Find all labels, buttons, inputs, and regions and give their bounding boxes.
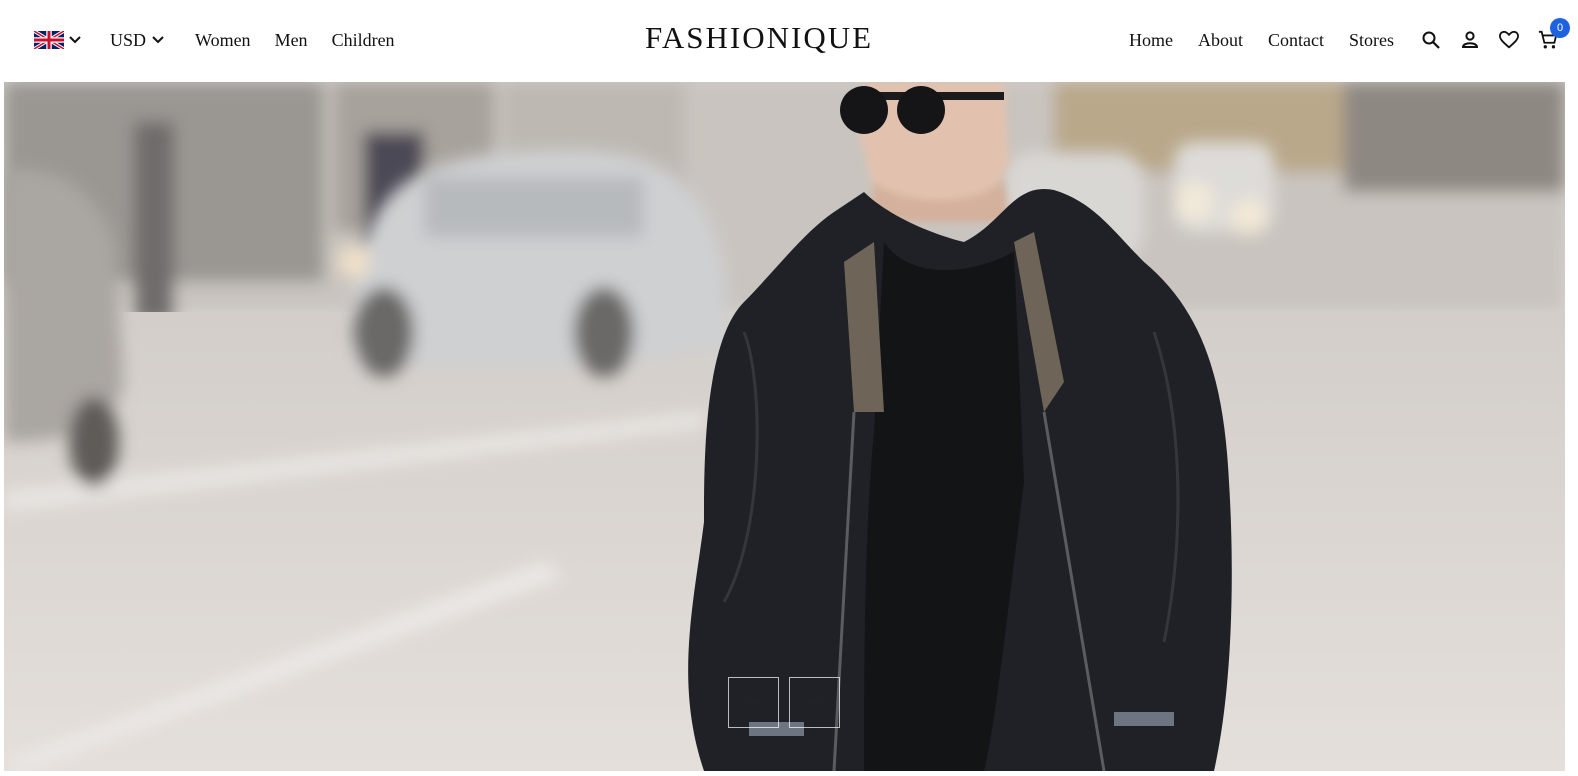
heart-icon [1499, 30, 1519, 49]
arrow-left-icon [742, 695, 765, 710]
search-icon [1422, 31, 1440, 49]
navbar: USD Women Men Children FASHIONIQUE Home … [0, 0, 1578, 82]
hero-image [4, 82, 1565, 771]
slider-prev-button[interactable] [728, 677, 779, 728]
nav-right: Home About Contact Stores 0 [1129, 18, 1570, 54]
slider-next-button[interactable] [789, 677, 840, 728]
cart-button[interactable]: 0 [1538, 18, 1570, 50]
account-button[interactable] [1460, 30, 1480, 50]
nav-link-home[interactable]: Home [1129, 30, 1173, 51]
cart-count-badge: 0 [1550, 18, 1570, 38]
arrow-right-icon [803, 695, 826, 710]
search-button[interactable] [1421, 30, 1441, 50]
nav-link-contact[interactable]: Contact [1268, 30, 1324, 51]
nav-link-about[interactable]: About [1198, 30, 1243, 51]
hero-slider [4, 82, 1565, 771]
nav-link-stores[interactable]: Stores [1349, 30, 1394, 51]
user-icon [1461, 31, 1479, 48]
slider-controls [728, 677, 840, 728]
wishlist-button[interactable] [1499, 30, 1519, 50]
